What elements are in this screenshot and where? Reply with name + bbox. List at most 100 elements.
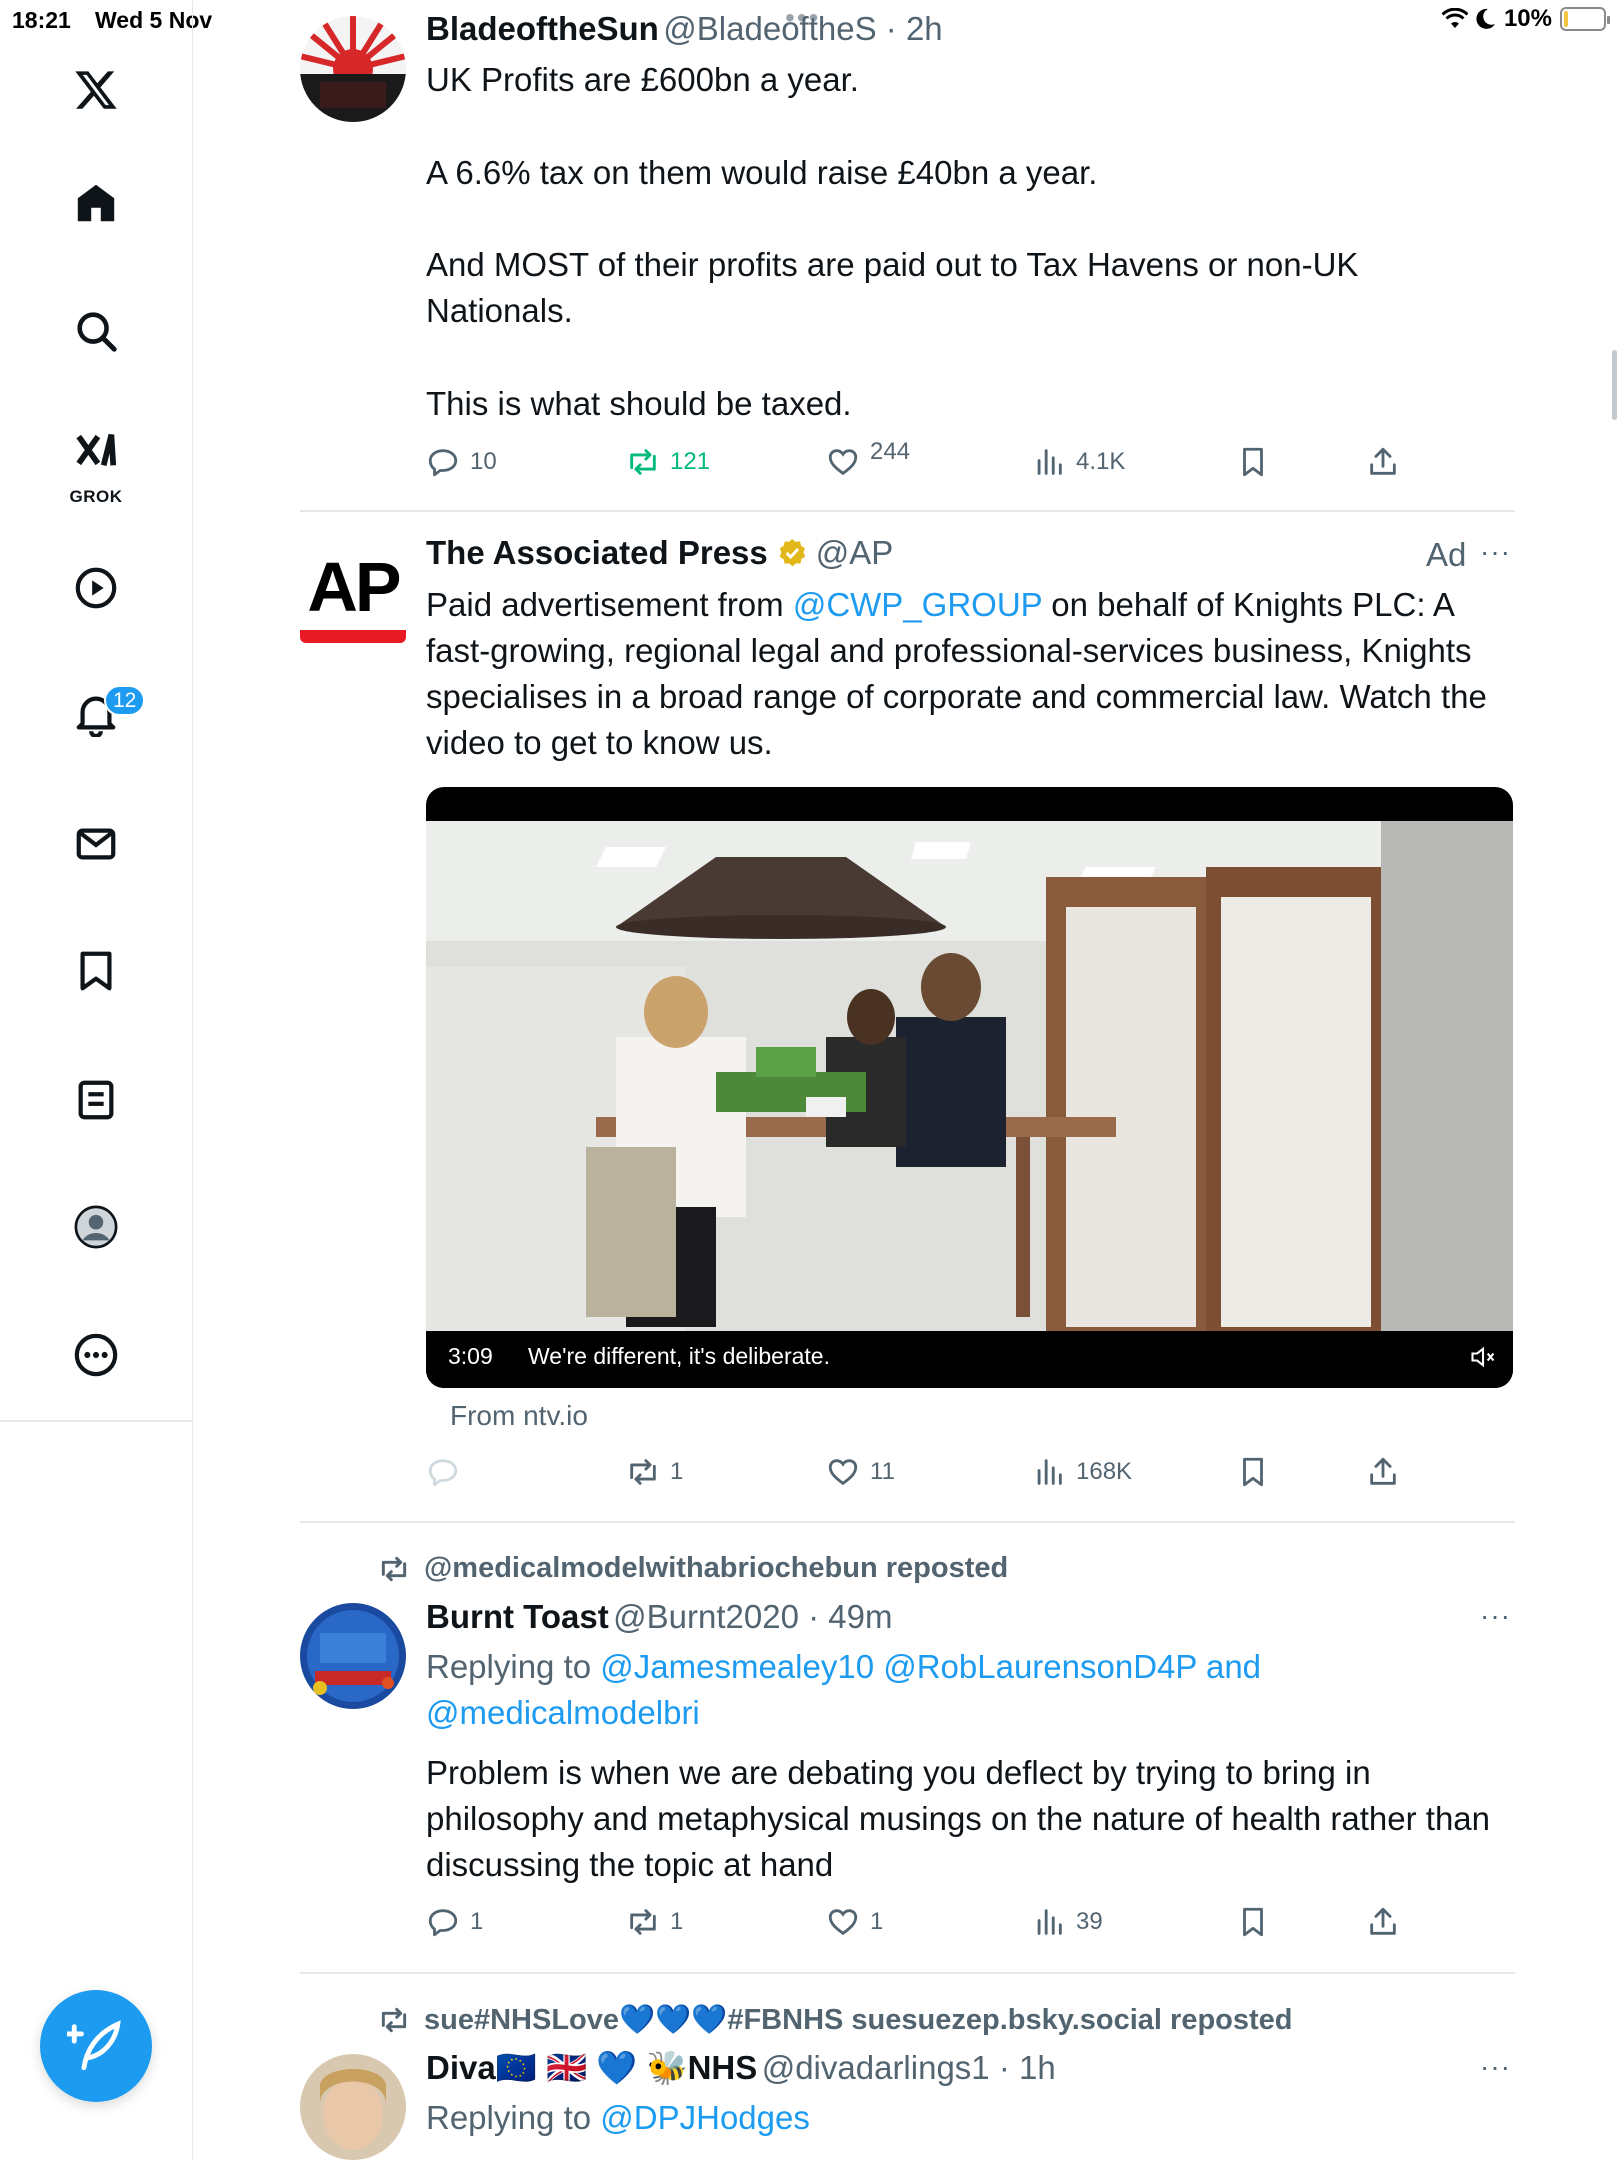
post-text-line: This is what should be taxed. <box>426 385 852 422</box>
lists-icon[interactable] <box>71 1075 121 1125</box>
author-name[interactable]: Burnt Toast <box>426 1598 609 1635</box>
messages-icon[interactable] <box>71 819 121 869</box>
share-button[interactable] <box>1366 1450 1400 1494</box>
like-count: 11 <box>870 1458 895 1485</box>
bookmark-icon <box>1243 447 1263 477</box>
mention-link[interactable]: @CWP_GROUP <box>793 586 1042 623</box>
repost-icon <box>630 1909 656 1935</box>
views-button[interactable]: 168K <box>1032 1450 1132 1494</box>
more-options-icon[interactable]: ··· <box>1480 2051 1511 2083</box>
author-name[interactable]: The Associated Press <box>426 534 768 572</box>
more-options-icon[interactable]: ··· <box>1480 1600 1511 1632</box>
grok-label: GROK <box>69 487 123 506</box>
author-handle[interactable]: @Burnt2020 <box>613 1598 799 1635</box>
repost-icon <box>381 2007 407 2033</box>
author-handle[interactable]: @AP <box>816 534 894 572</box>
share-icon <box>1370 1907 1396 1935</box>
x-logo-icon[interactable] <box>71 65 121 115</box>
views-button[interactable]: 4.1K <box>1032 440 1125 484</box>
compose-button[interactable] <box>40 1990 152 2102</box>
post-time[interactable]: 2h <box>906 10 943 47</box>
bookmark-button[interactable] <box>1236 1900 1270 1944</box>
video-source[interactable]: From ntv.io <box>450 1400 588 1432</box>
like-count: 244 <box>870 438 911 465</box>
moon-icon <box>1476 8 1495 29</box>
ap-logo[interactable]: AP <box>300 548 406 646</box>
reply-count: 10 <box>470 448 497 475</box>
video-caption: We're different, it's deliberate. <box>518 1340 840 1373</box>
repost-count: 1 <box>670 1908 684 1935</box>
bookmarks-icon[interactable] <box>71 946 121 996</box>
bookmark-icon <box>1243 1907 1263 1937</box>
more-icon[interactable] <box>71 1330 121 1380</box>
author-handle[interactable]: @BladeoftheS <box>663 10 876 47</box>
share-icon <box>1370 1457 1396 1485</box>
more-options-icon[interactable]: ··· <box>1480 536 1511 568</box>
post-divider <box>300 1972 1515 1974</box>
post-time[interactable]: 1h <box>1019 2049 1056 2086</box>
post-actions: 1 11 168K <box>426 1450 1426 1494</box>
replying-to: Replying to @DPJHodges <box>426 2099 810 2136</box>
share-button[interactable] <box>1366 440 1400 484</box>
sidebar: GROK 12 <box>0 0 193 2160</box>
reply-icon <box>428 1909 458 1937</box>
volume-muted-icon <box>1471 1346 1495 1368</box>
reply-count: 1 <box>470 1908 484 1935</box>
wifi-icon <box>1441 8 1468 28</box>
post-text-line: A 6.6% tax on them would raise £40bn a y… <box>426 154 1098 191</box>
ad-label: Ad <box>1426 536 1467 573</box>
like-button[interactable]: 244 <box>826 438 911 484</box>
post-divider <box>300 1521 1515 1523</box>
mute-button[interactable] <box>1463 1337 1503 1377</box>
repost-button[interactable]: 1 <box>626 1900 683 1944</box>
profile-icon[interactable] <box>71 1202 121 1252</box>
repost-button[interactable]: 121 <box>626 440 710 484</box>
post-time[interactable]: 49m <box>828 1598 892 1635</box>
author-handle[interactable]: @divadarlings1 <box>762 2049 990 2086</box>
like-button[interactable]: 1 <box>826 1900 883 1944</box>
view-count: 39 <box>1076 1908 1103 1935</box>
video-icon[interactable] <box>71 563 121 613</box>
like-button[interactable]: 11 <box>826 1450 895 1494</box>
notifications-badge: 12 <box>104 685 146 716</box>
views-button[interactable]: 39 <box>1032 1900 1103 1944</box>
post-text-line: And MOST of their profits are paid out t… <box>426 246 1359 329</box>
scrollbar[interactable] <box>1612 350 1617 420</box>
reply-icon <box>428 449 458 477</box>
home-icon[interactable] <box>71 178 121 228</box>
repost-count: 121 <box>670 448 711 475</box>
analytics-icon <box>1037 1459 1062 1485</box>
repost-context[interactable]: @medicalmodelwithabriochebun reposted <box>378 1552 1008 1585</box>
post-actions: 1 1 1 39 <box>426 1900 1426 1944</box>
replying-to-mentions[interactable]: @DPJHodges <box>600 2099 810 2136</box>
author-name[interactable]: Diva🇪🇺 🇬🇧 💙 🐝NHS <box>426 2049 757 2086</box>
like-count: 1 <box>870 1908 884 1935</box>
repost-icon <box>630 449 656 475</box>
grok-icon[interactable] <box>71 425 121 475</box>
reply-button[interactable]: 1 <box>426 1900 483 1944</box>
share-button[interactable] <box>1366 1900 1400 1944</box>
sidebar-divider <box>0 1420 193 1422</box>
video-player[interactable]: 3:09 We're different, it's deliberate. <box>426 787 1513 1388</box>
bookmark-icon <box>1243 1457 1263 1487</box>
verified-badge-icon <box>779 539 805 567</box>
video-duration: 3:09 <box>438 1340 503 1373</box>
compose-icon <box>67 2020 121 2071</box>
post-text: Paid advertisement from @CWP_GROUP on be… <box>426 586 1487 761</box>
bookmark-button[interactable] <box>1236 440 1270 484</box>
reply-button[interactable] <box>426 1450 470 1494</box>
post-divider <box>300 510 1515 512</box>
reply-button[interactable]: 10 <box>426 440 497 484</box>
battery-fill <box>1564 11 1568 27</box>
repost-button[interactable]: 1 <box>626 1450 683 1494</box>
avatar[interactable] <box>300 2054 406 2160</box>
repost-context[interactable]: sue#NHSLove💙💙💙#FBNHS suesuezep.bsky.soci… <box>378 2003 1293 2037</box>
search-icon[interactable] <box>71 306 121 356</box>
avatar[interactable] <box>300 16 406 122</box>
view-count: 4.1K <box>1076 448 1126 475</box>
reposted-by: @medicalmodelwithabriochebun reposted <box>424 1552 1009 1584</box>
repost-icon <box>630 1459 656 1485</box>
avatar[interactable] <box>300 1603 406 1709</box>
bookmark-button[interactable] <box>1236 1450 1270 1494</box>
author-name[interactable]: BladeoftheSun <box>426 10 659 47</box>
